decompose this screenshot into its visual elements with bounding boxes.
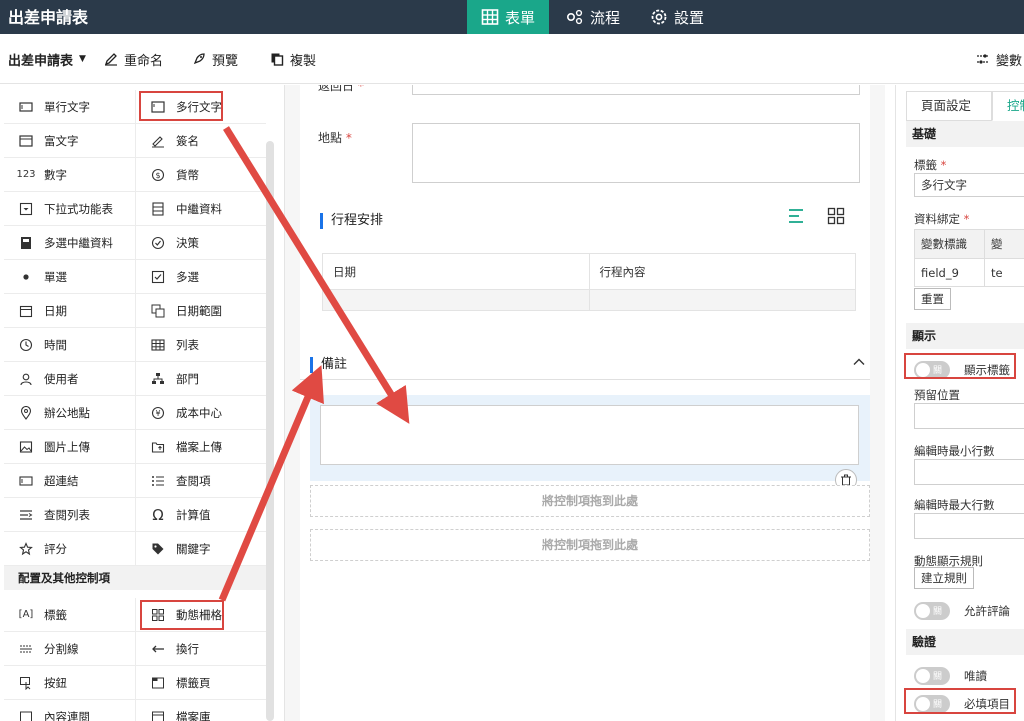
annotation-arrows	[218, 126, 410, 602]
arrow-to-remarks	[223, 126, 410, 424]
arrow-from-grid	[218, 365, 324, 602]
